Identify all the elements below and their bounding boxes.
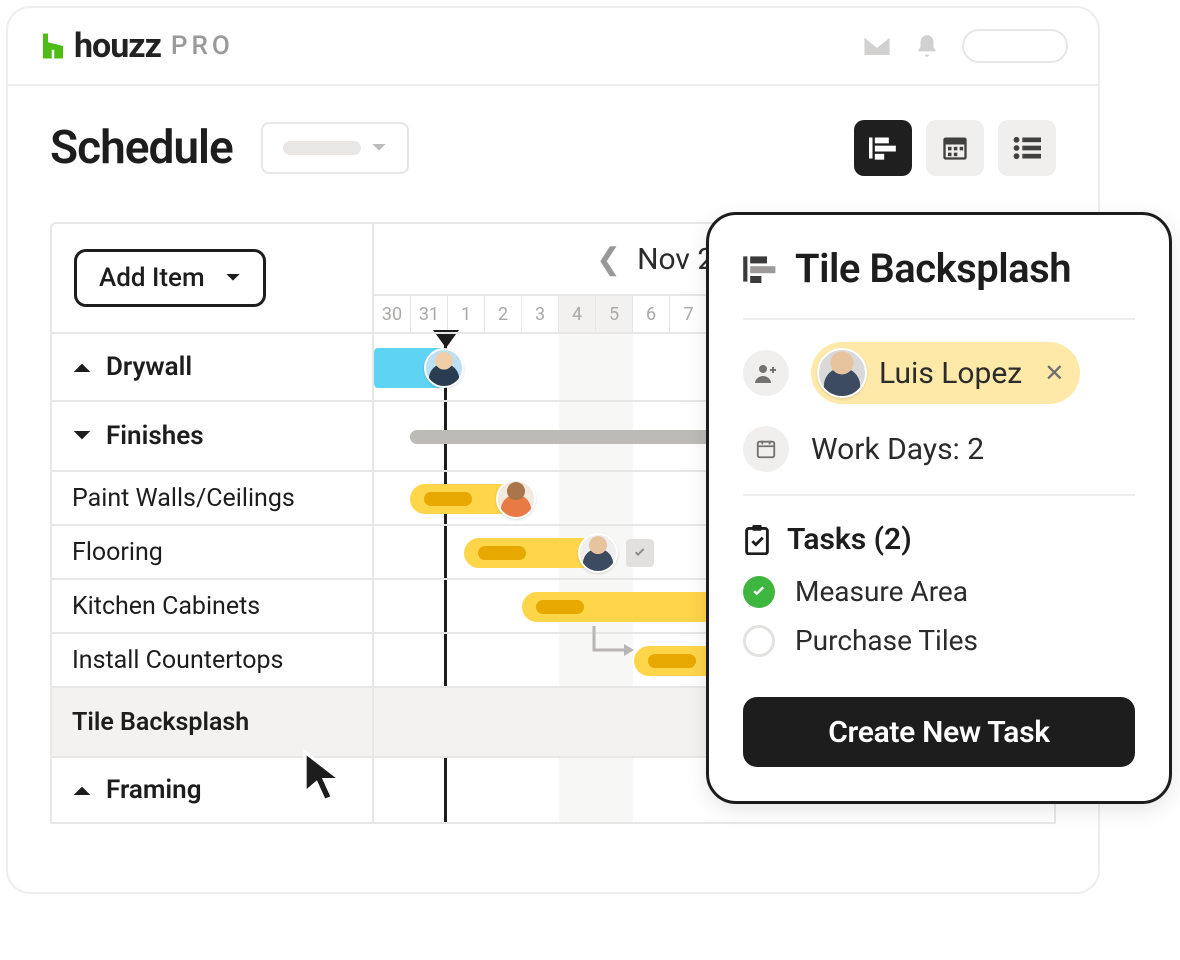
task-label: Purchase Tiles xyxy=(795,624,978,657)
dependency-arrow-icon xyxy=(590,626,634,666)
bell-icon[interactable] xyxy=(914,31,940,61)
calendar-button[interactable] xyxy=(743,426,789,472)
day-cell: 30 xyxy=(374,296,411,332)
task-row-tile-backsplash[interactable]: Tile Backsplash xyxy=(52,686,372,756)
task-detail-panel: Tile Backsplash Luis Lopez ✕ Work Days: … xyxy=(706,212,1172,804)
day-cell: 7 xyxy=(670,296,707,332)
brand-word: houzz xyxy=(74,26,161,66)
day-cell: 2 xyxy=(485,296,522,332)
assignee-avatar[interactable] xyxy=(496,479,536,519)
chevron-down-icon xyxy=(371,142,387,154)
task-item[interactable]: Purchase Tiles xyxy=(743,624,1135,657)
day-cell: 6 xyxy=(633,296,670,332)
assignee-name: Luis Lopez xyxy=(879,356,1022,391)
view-toggle-group xyxy=(854,120,1056,176)
group-row-finishes[interactable]: Finishes xyxy=(52,400,372,470)
chevron-down-icon xyxy=(72,429,92,443)
gantt-icon xyxy=(743,255,777,283)
task-row-kitchen-cabinets[interactable]: Kitchen Cabinets xyxy=(52,578,372,632)
calendar-icon xyxy=(755,438,777,460)
group-label: Framing xyxy=(106,775,202,805)
task-row-install-countertops[interactable]: Install Countertops xyxy=(52,632,372,686)
group-row-drywall[interactable]: Drywall xyxy=(52,332,372,400)
assignee-avatar xyxy=(817,348,867,398)
group-label: Drywall xyxy=(106,352,192,382)
add-item-button[interactable]: Add Item xyxy=(74,249,266,307)
view-calendar-button[interactable] xyxy=(926,120,984,176)
account-pill-button[interactable] xyxy=(962,29,1068,63)
day-cell: 5 xyxy=(596,296,633,332)
remove-assignee-button[interactable]: ✕ xyxy=(1044,359,1064,387)
add-item-label: Add Item xyxy=(99,263,205,293)
assignee-avatar[interactable] xyxy=(424,348,464,388)
top-bar: houzz PRO xyxy=(8,8,1098,86)
task-row-flooring[interactable]: Flooring xyxy=(52,524,372,578)
task-checklist-icon[interactable] xyxy=(626,539,654,567)
work-days-label: Work Days: 2 xyxy=(811,432,984,467)
top-actions xyxy=(862,29,1068,63)
day-cell: 31 xyxy=(411,296,448,332)
task-label: Measure Area xyxy=(795,575,968,608)
day-cell: 1 xyxy=(448,296,485,332)
add-assignee-button[interactable] xyxy=(743,350,789,396)
mouse-cursor-icon xyxy=(300,749,352,807)
panel-title-row: Tile Backsplash xyxy=(743,245,1135,292)
task-row-paint[interactable]: Paint Walls/Ceilings xyxy=(52,470,372,524)
assignee-row: Luis Lopez ✕ xyxy=(743,342,1135,404)
calendar-icon xyxy=(941,134,969,162)
chevron-up-icon xyxy=(72,783,92,797)
work-days-row: Work Days: 2 xyxy=(743,426,1135,472)
gantt-bar-finishes-summary[interactable] xyxy=(410,430,730,444)
gantt-header-left: Add Item xyxy=(52,224,374,332)
gantt-icon xyxy=(869,136,897,160)
view-list-button[interactable] xyxy=(998,120,1056,176)
view-gantt-button[interactable] xyxy=(854,120,912,176)
project-dropdown[interactable] xyxy=(261,122,409,174)
brand-pro: PRO xyxy=(171,31,234,61)
chevron-up-icon xyxy=(72,360,92,374)
brand: houzz PRO xyxy=(38,26,234,66)
person-plus-icon xyxy=(754,362,778,384)
page-title: Schedule xyxy=(50,121,233,175)
clipboard-icon xyxy=(743,525,771,555)
tasks-header: Tasks (2) xyxy=(743,522,1135,557)
assignee-avatar[interactable] xyxy=(578,533,618,573)
title-row: Schedule xyxy=(50,120,1056,176)
day-cell: 4 xyxy=(559,296,596,332)
task-checkbox-todo[interactable] xyxy=(743,625,775,657)
divider xyxy=(743,494,1135,496)
task-item[interactable]: Measure Area xyxy=(743,575,1135,608)
task-checkbox-done[interactable] xyxy=(743,576,775,608)
divider xyxy=(743,318,1135,320)
create-new-task-button[interactable]: Create New Task xyxy=(743,697,1135,767)
chevron-down-icon xyxy=(225,272,241,284)
tasks-header-label: Tasks (2) xyxy=(787,522,912,557)
dropdown-placeholder xyxy=(283,141,361,155)
list-icon xyxy=(1013,136,1041,160)
mail-icon[interactable] xyxy=(862,34,892,58)
panel-title: Tile Backsplash xyxy=(795,245,1071,292)
assignee-chip[interactable]: Luis Lopez ✕ xyxy=(811,342,1080,404)
day-cell: 3 xyxy=(522,296,559,332)
group-label: Finishes xyxy=(106,421,204,451)
month-prev-button[interactable]: ❮ xyxy=(590,242,627,277)
houzz-logo-icon xyxy=(38,31,68,61)
